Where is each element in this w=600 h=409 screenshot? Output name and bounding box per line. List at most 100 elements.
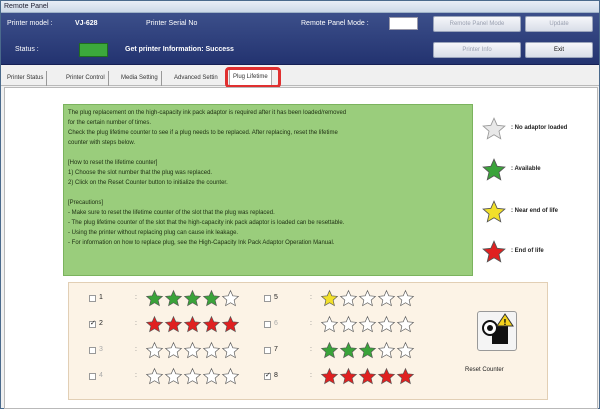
tab-printer-control[interactable]: Printer Control [63,71,109,86]
star-icon [396,315,415,333]
slot-separator: : [310,320,312,327]
remote-panel-mode-button[interactable]: Remote Panel Mode [433,16,521,32]
precaution-item: - Make sure to reset the lifetime counte… [68,210,275,216]
star-icon [481,116,507,142]
star-icon [320,289,339,307]
legend-label: : Near end of life [511,208,559,214]
slot-separator: : [310,346,312,353]
printer-info-button[interactable]: Printer Info [433,42,521,58]
serial-label: Printer Serial No [146,20,198,27]
info-line: Check the plug lifetime counter to see i… [68,130,338,136]
tab-advanced-settings[interactable]: Advanced Settin [171,71,221,86]
slot-number: 7 [274,346,278,353]
slot-star-rating [320,315,415,335]
star-icon [183,289,202,307]
star-icon [202,341,221,359]
slot-number: 1 [99,294,103,301]
star-icon [358,315,377,333]
slot-row: 2: [89,315,289,337]
slot-row: 4: [89,367,289,389]
slot-checkbox[interactable] [264,295,271,302]
star-icon [145,315,164,333]
slot-checkbox[interactable] [264,347,271,354]
status-label: Status : [15,46,39,53]
update-button[interactable]: Update [525,16,593,32]
star-icon [221,367,240,385]
star-icon [221,341,240,359]
legend-item: : Available [481,157,600,187]
precautions-title: [Precautions] [68,200,104,206]
reset-counter-button[interactable]: ! [477,311,517,351]
slot-number: 4 [99,372,103,379]
tab-highlight [225,67,281,88]
star-icon [145,289,164,307]
tab-printer-status[interactable]: Printer Status [4,71,48,86]
star-icon [202,367,221,385]
slot-checkbox[interactable] [264,321,271,328]
star-icon [339,341,358,359]
tab-bar: Printer Status Printer Control Media Set… [1,68,599,86]
star-icon [183,315,202,333]
star-icon [339,367,358,385]
star-icon [481,239,507,265]
star-icon [164,289,183,307]
slot-star-rating [145,341,240,361]
legend-item: : No adaptor loaded [481,116,600,146]
tab-media-setting[interactable]: Media Setting [118,71,162,86]
legend: : No adaptor loaded : Available : Near e… [475,104,599,276]
howto-step: 2) Click on the Reset Counter button to … [68,180,228,186]
printer-model-label: Printer model : [7,20,53,27]
slot-separator: : [310,294,312,301]
legend-label: : No adaptor loaded [511,125,568,131]
howto-step: 1) Choose the slot number that the plug … [68,170,213,176]
slot-checkbox[interactable] [89,295,96,302]
star-icon [320,367,339,385]
info-line: for the certain number of times. [68,120,152,126]
star-icon [396,341,415,359]
precaution-item: - For information on how to replace plug… [68,240,335,246]
slot-separator: : [310,372,312,379]
reset-counter-label: Reset Counter [465,367,504,373]
info-line: counter with steps below. [68,140,136,146]
slot-star-rating [320,367,415,387]
legend-label: : Available [511,166,541,172]
star-icon [481,157,507,183]
slot-row: 1: [89,289,289,311]
slot-separator: : [135,346,137,353]
slot-star-rating [145,289,240,309]
star-icon [358,367,377,385]
star-icon [183,341,202,359]
slot-checkbox[interactable] [89,373,96,380]
slot-star-rating [320,289,415,309]
slot-checkbox[interactable] [89,347,96,354]
legend-item: : End of life [481,239,600,269]
remote-mode-indicator [389,17,418,30]
star-icon [145,341,164,359]
star-icon [358,341,377,359]
slot-checkbox[interactable] [89,319,96,328]
remote-panel-window: Remote Panel Printer model : VJ-628 Prin… [0,0,600,409]
howto-title: [How to reset the lifetime counter] [68,160,158,166]
slot-list: 1: 2: 3: 4: 5: 6: 7: 8: ! Reset Counter [68,282,548,400]
star-icon [396,367,415,385]
slot-number: 2 [99,320,103,327]
star-icon [320,315,339,333]
precaution-item: - The plug lifetime counter of the slot … [68,220,345,226]
slot-separator: : [135,294,137,301]
slot-separator: : [135,320,137,327]
slot-star-rating [145,315,240,335]
star-icon [221,315,240,333]
star-icon [202,289,221,307]
svg-text:!: ! [503,318,507,327]
star-icon [221,289,240,307]
slot-row: 8: [264,367,464,389]
star-icon [320,341,339,359]
star-icon [396,289,415,307]
slot-checkbox[interactable] [264,371,271,380]
status-text: Get printer Information: Success [125,46,234,53]
precaution-item: - Using the printer without replacing pl… [68,230,239,236]
slot-separator: : [135,372,137,379]
info-box: The plug replacement on the high-capacit… [63,104,473,276]
exit-button[interactable]: Exit [525,42,593,58]
slot-star-rating [320,341,415,361]
